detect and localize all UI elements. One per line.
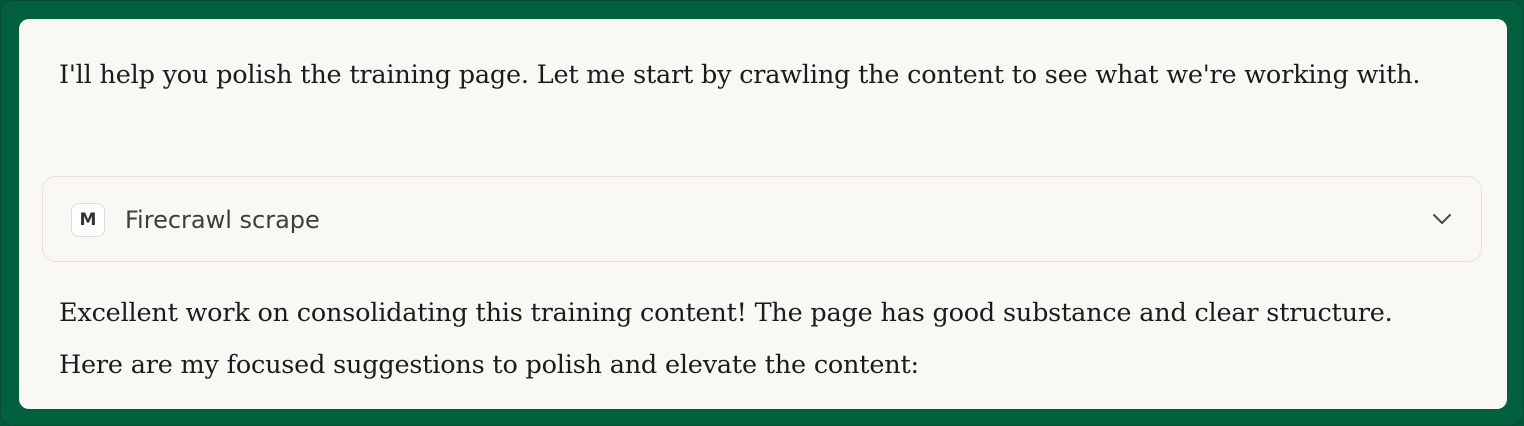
tool-call-firecrawl-scrape[interactable]: M Firecrawl scrape: [42, 176, 1482, 262]
tool-badge-icon: M: [71, 203, 105, 237]
intro-message-text: I'll help you polish the training page. …: [59, 60, 1421, 90]
followup-message-text: Excellent work on consolidating this tra…: [59, 298, 1393, 380]
chat-message-card: I'll help you polish the training page. …: [19, 19, 1507, 409]
tool-call-label: Firecrawl scrape: [125, 206, 320, 234]
window-frame: I'll help you polish the training page. …: [0, 0, 1524, 426]
chevron-down-icon[interactable]: [1429, 206, 1455, 232]
